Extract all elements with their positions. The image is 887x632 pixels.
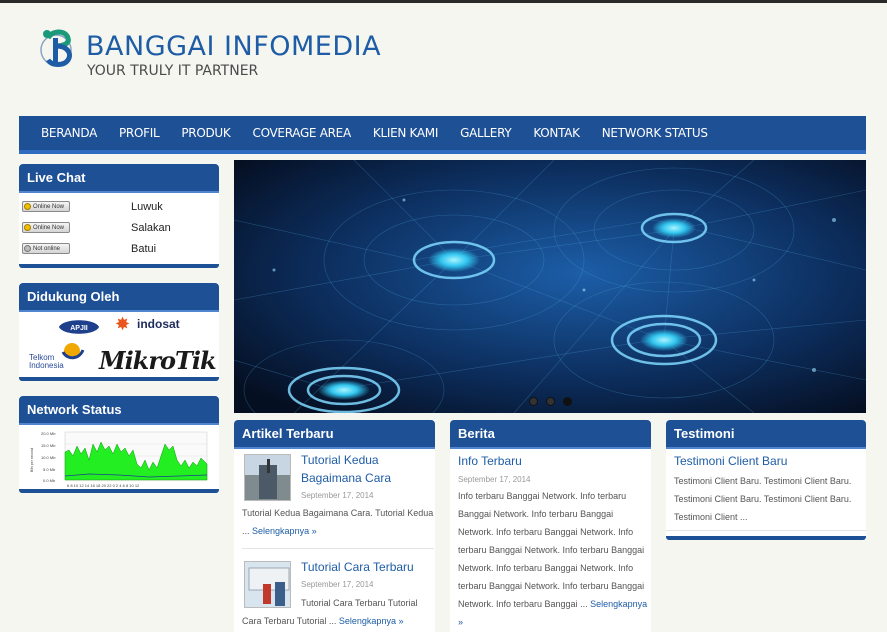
- chat-city: Salakan: [131, 221, 171, 234]
- status-icon: [24, 245, 31, 252]
- read-more-link[interactable]: Selengkapnya »: [252, 526, 317, 536]
- read-more-link[interactable]: Selengkapnya »: [339, 616, 404, 626]
- testimoni-title: Testimoni: [666, 420, 866, 449]
- network-status-widget: Network Status 20.0 Mb 15.0 Mb 10.0 Mb 5…: [19, 396, 219, 493]
- chat-status-button[interactable]: Online Now: [22, 222, 70, 233]
- news-title: Berita: [450, 420, 651, 449]
- testimoni-column: Testimoni Testimoni Client Baru Testimon…: [666, 420, 866, 540]
- slider-pagination: [529, 397, 572, 406]
- telkom-text-line2: Indonesia: [29, 361, 64, 370]
- testimoni-excerpt: Testimoni Client Baru. Testimoni Client …: [674, 476, 852, 522]
- mikrotik-logo[interactable]: MikroTik: [99, 346, 217, 375]
- article-title-link[interactable]: Tutorial Cara Terbaru: [301, 558, 431, 576]
- article-thumbnail[interactable]: [244, 454, 291, 501]
- graph-ylabel: Bits per second: [30, 448, 34, 472]
- live-chat-title: Live Chat: [19, 164, 219, 193]
- network-banner-image: [234, 160, 866, 413]
- hero-slider[interactable]: [234, 160, 866, 413]
- article-excerpt: Tutorial Cara Terbaru Tutorial Cara Terb…: [242, 594, 434, 630]
- nav-item-network-status[interactable]: NETWORK STATUS: [591, 126, 719, 140]
- articles-column: Artikel Terbaru Tutorial Kedua Bagaimana…: [234, 420, 435, 632]
- traffic-graph[interactable]: 20.0 Mb 15.0 Mb 10.0 Mb 5.0 Mb 0.0 Mb 6 …: [19, 425, 219, 490]
- nav-item-gallery[interactable]: GALLERY: [449, 126, 522, 140]
- site-tagline: YOUR TRULY IT PARTNER: [87, 63, 259, 79]
- nav-item-kontak[interactable]: KONTAK: [522, 126, 590, 140]
- chat-row: Online Now Salakan: [19, 217, 219, 238]
- telkom-logo[interactable]: Telkom Indonesia: [29, 343, 85, 370]
- articles-title: Artikel Terbaru: [234, 420, 435, 449]
- widget-footer: [19, 377, 219, 381]
- nav-item-beranda[interactable]: BERANDA: [30, 126, 108, 140]
- indosat-star-icon: ✸: [115, 314, 131, 334]
- chat-city: Batui: [131, 242, 157, 255]
- top-border: [0, 0, 887, 3]
- widget-footer: [19, 489, 219, 493]
- nav-item-coverage-area[interactable]: COVERAGE AREA: [241, 126, 361, 140]
- article-excerpt: Tutorial Kedua Bagaimana Cara. Tutorial …: [242, 504, 434, 540]
- live-chat-widget: Live Chat Online Now Luwuk Online Now Sa…: [19, 164, 219, 268]
- nav-item-produk[interactable]: PRODUK: [170, 126, 241, 140]
- graph-xticks: 6 8 10 12 14 16 18 20 22 0 2 4 6 8 10 12: [67, 483, 140, 488]
- slider-dot[interactable]: [546, 397, 555, 406]
- sponsors-widget: Didukung Oleh APJII ✸ indosat Telkom Ind…: [19, 283, 219, 381]
- graph-ytick: 20.0 Mb: [41, 431, 56, 436]
- news-excerpt-text: Info terbaru Banggai Network. Info terba…: [458, 491, 645, 609]
- chat-status-button[interactable]: Not online: [22, 243, 70, 254]
- chat-status-label: Online Now: [33, 224, 65, 231]
- indosat-logo[interactable]: indosat: [137, 317, 180, 331]
- widget-footer: [19, 264, 219, 268]
- status-icon: [24, 224, 31, 231]
- sponsors-title: Didukung Oleh: [19, 283, 219, 312]
- network-status-title: Network Status: [19, 396, 219, 425]
- graph-ytick: 0.0 Mb: [43, 478, 56, 483]
- chat-row: Not online Batui: [19, 238, 219, 259]
- graph-ytick: 5.0 Mb: [43, 467, 56, 472]
- chat-status-label: Not online: [33, 245, 61, 252]
- slider-dot[interactable]: [529, 397, 538, 406]
- news-title-link[interactable]: Info Terbaru: [458, 452, 643, 470]
- news-column: Berita Info Terbaru September 17, 2014 I…: [450, 420, 651, 632]
- chat-city: Luwuk: [131, 200, 163, 213]
- divider: [242, 548, 434, 549]
- news-excerpt: Info terbaru Banggai Network. Info terba…: [458, 487, 650, 631]
- main-nav: BERANDA PROFIL PRODUK COVERAGE AREA KLIE…: [19, 116, 866, 154]
- graph-ytick: 10.0 Mb: [41, 455, 56, 460]
- traffic-graph-svg: 20.0 Mb 15.0 Mb 10.0 Mb 5.0 Mb 0.0 Mb 6 …: [29, 430, 219, 490]
- site-title[interactable]: BANGGAI INFOMEDIA: [86, 31, 381, 62]
- status-icon: [24, 203, 31, 210]
- apjii-text: APJII: [70, 325, 88, 332]
- testimoni-title-link[interactable]: Testimoni Client Baru: [674, 452, 858, 470]
- apjii-logo[interactable]: APJII: [53, 316, 105, 338]
- graph-ytick: 15.0 Mb: [41, 443, 56, 448]
- logo-icon[interactable]: [38, 24, 80, 72]
- telkom-sun-icon: [61, 343, 85, 360]
- chat-row: Online Now Luwuk: [19, 196, 219, 217]
- widget-footer: [666, 536, 866, 540]
- chat-status-button[interactable]: Online Now: [22, 201, 70, 212]
- slider-dot-active[interactable]: [563, 397, 572, 406]
- nav-item-profil[interactable]: PROFIL: [108, 126, 170, 140]
- chat-status-label: Online Now: [33, 203, 65, 210]
- divider: [666, 530, 866, 531]
- nav-item-klien-kami[interactable]: KLIEN KAMI: [362, 126, 449, 140]
- article-title-link[interactable]: Tutorial Kedua Bagaimana Cara: [301, 451, 431, 487]
- article-date: September 17, 2014: [301, 580, 374, 589]
- news-date: September 17, 2014: [458, 475, 531, 484]
- article-date: September 17, 2014: [301, 491, 374, 500]
